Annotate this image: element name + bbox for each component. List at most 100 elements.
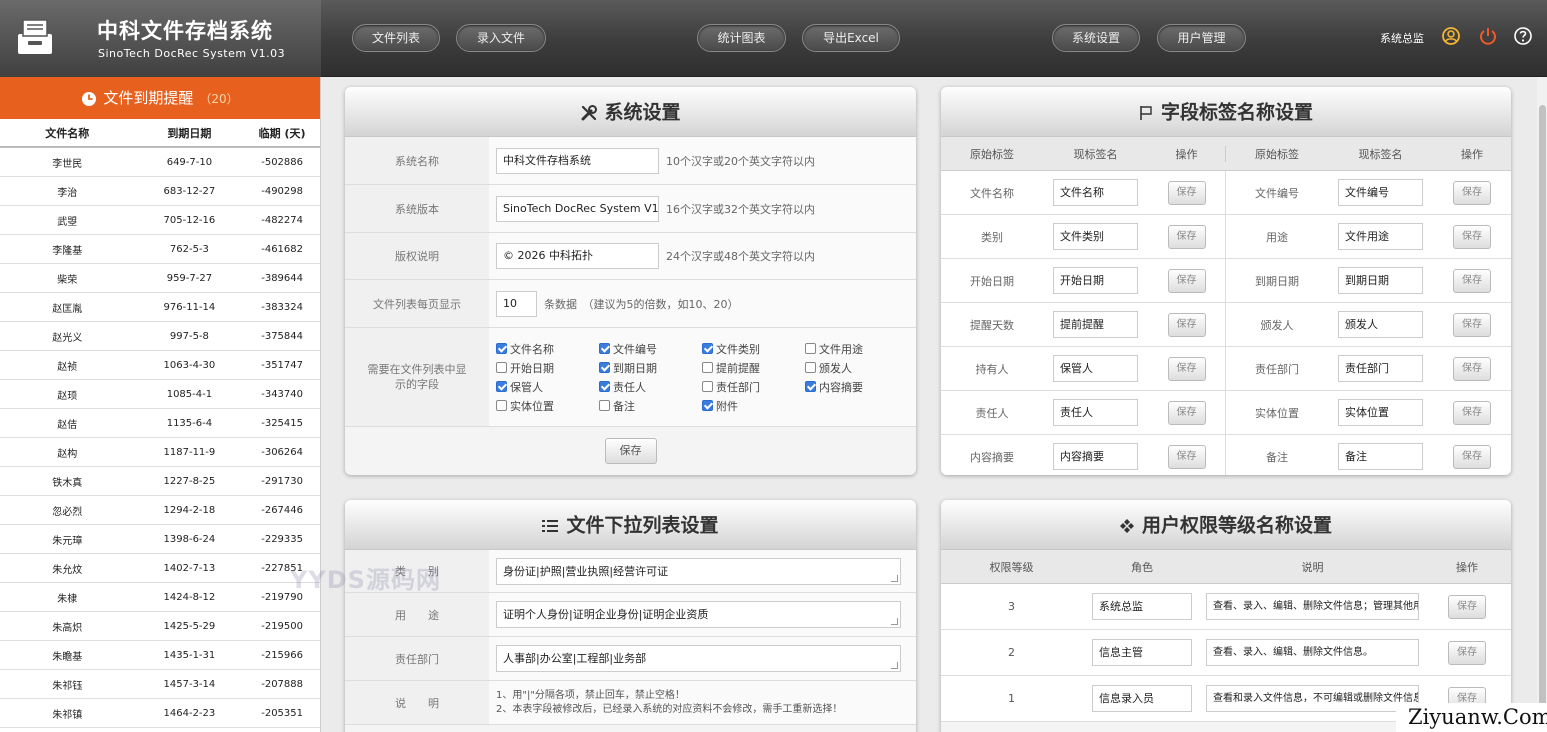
field-label-save-button[interactable]: 保存 <box>1453 268 1491 293</box>
permission-save-button[interactable]: 保存 <box>1448 594 1486 619</box>
field-label-save-button[interactable]: 保存 <box>1453 356 1491 381</box>
display-field-checkbox[interactable]: 责任部门 <box>702 379 805 395</box>
description-input[interactable]: 查看、录入、编辑、删除文件信息。 <box>1206 639 1419 666</box>
checkbox-box[interactable] <box>702 343 713 354</box>
field-label-save-button[interactable]: 保存 <box>1167 444 1206 469</box>
field-label-save-button[interactable]: 保存 <box>1167 356 1206 381</box>
page-size-input[interactable]: 10 <box>496 290 537 317</box>
cur-label-input[interactable]: 实体位置 <box>1338 399 1423 426</box>
expiry-row[interactable]: 朱瞻基 1435-1-31 -215966 <box>0 641 320 670</box>
expiry-row[interactable]: 朱祁钰 1457-3-14 -207888 <box>0 670 320 699</box>
system-settings-save-button[interactable]: 保存 <box>604 438 657 464</box>
copyright-input[interactable]: © 2026 中科拓扑 <box>496 243 659 269</box>
expiry-row[interactable]: 赵构 1187-11-9 -306264 <box>0 438 320 467</box>
expiry-row[interactable]: 李隆基 762-5-3 -461682 <box>0 235 320 264</box>
checkbox-box[interactable] <box>496 400 507 411</box>
cur-label-input[interactable]: 到期日期 <box>1338 267 1423 294</box>
checkbox-box[interactable] <box>496 381 507 392</box>
field-label-save-button[interactable]: 保存 <box>1167 180 1206 205</box>
description-input[interactable]: 查看和录入文件信息，不可编辑或删除文件信息 <box>1206 685 1419 712</box>
expiry-row[interactable]: 赵顼 1085-4-1 -343740 <box>0 380 320 409</box>
expiry-row[interactable]: 朱元璋 1398-6-24 -229335 <box>0 525 320 554</box>
nav-user-manage-button[interactable]: 用户管理 <box>1157 24 1246 52</box>
nav-system-settings-button[interactable]: 系统设置 <box>1052 24 1140 52</box>
checkbox-box[interactable] <box>496 362 507 373</box>
role-input[interactable]: 信息录入员 <box>1092 685 1192 712</box>
display-field-checkbox[interactable]: 文件类别 <box>702 341 805 357</box>
checkbox-box[interactable] <box>599 381 610 392</box>
checkbox-box[interactable] <box>599 343 610 354</box>
checkbox-box[interactable] <box>805 381 816 392</box>
category-options-textarea[interactable]: 身份证|护照|营业执照|经营许可证 <box>496 557 901 585</box>
department-options-textarea[interactable]: 人事部|办公室|工程部|业务部 <box>496 645 901 672</box>
field-label-save-button[interactable]: 保存 <box>1453 312 1491 337</box>
display-field-checkbox[interactable]: 备注 <box>599 398 702 414</box>
role-input[interactable]: 信息主管 <box>1092 639 1192 666</box>
cur-label-input[interactable]: 文件名称 <box>1053 179 1138 206</box>
display-field-checkbox[interactable]: 开始日期 <box>496 360 599 376</box>
nav-stats-button[interactable]: 统计图表 <box>697 24 786 52</box>
cur-label-input[interactable]: 责任部门 <box>1338 355 1423 382</box>
nav-export-excel-button[interactable]: 导出Excel <box>802 24 900 52</box>
expiry-row[interactable]: 赵匡胤 976-11-14 -383324 <box>0 293 320 322</box>
display-field-checkbox[interactable]: 提前提醒 <box>702 360 805 376</box>
user-circle-icon[interactable] <box>1441 26 1461 46</box>
expiry-reminder-header[interactable]: 文件到期提醒 （20） <box>0 77 320 119</box>
cur-label-input[interactable]: 提前提醒 <box>1053 311 1138 338</box>
cur-label-input[interactable]: 颁发人 <box>1338 311 1423 338</box>
display-field-checkbox[interactable]: 文件编号 <box>599 341 702 357</box>
field-label-save-button[interactable]: 保存 <box>1167 224 1206 249</box>
expiry-row[interactable]: 朱允炆 1402-7-13 -227851 <box>0 554 320 583</box>
field-label-save-button[interactable]: 保存 <box>1453 180 1491 205</box>
cur-label-input[interactable]: 文件用途 <box>1338 223 1423 250</box>
cur-label-input[interactable]: 内容摘要 <box>1053 443 1138 470</box>
checkbox-box[interactable] <box>702 400 713 411</box>
checkbox-box[interactable] <box>599 400 610 411</box>
cur-label-input[interactable]: 开始日期 <box>1053 267 1138 294</box>
help-icon[interactable] <box>1513 26 1533 46</box>
checkbox-box[interactable] <box>496 343 507 354</box>
field-label-save-button[interactable]: 保存 <box>1167 268 1206 293</box>
cur-label-input[interactable]: 保管人 <box>1053 355 1138 382</box>
expiry-row[interactable]: 柴荣 959-7-27 -389644 <box>0 264 320 293</box>
page-scrollbar-thumb[interactable] <box>1539 105 1546 705</box>
expiry-row[interactable]: 赵佶 1135-6-4 -325415 <box>0 409 320 438</box>
display-field-checkbox[interactable]: 文件名称 <box>496 341 599 357</box>
expiry-row[interactable]: 李治 683-12-27 -490298 <box>0 177 320 206</box>
expiry-row[interactable]: 铁木真 1227-8-25 -291730 <box>0 467 320 496</box>
display-field-checkbox[interactable]: 内容摘要 <box>805 379 908 395</box>
cur-label-input[interactable]: 备注 <box>1338 443 1423 470</box>
expiry-row[interactable]: 赵光义 997-5-8 -375844 <box>0 322 320 351</box>
field-label-save-button[interactable]: 保存 <box>1167 400 1206 425</box>
power-icon[interactable] <box>1478 26 1498 46</box>
field-label-save-button[interactable]: 保存 <box>1167 312 1206 337</box>
description-input[interactable]: 查看、录入、编辑、删除文件信息；管理其他用户 <box>1206 593 1419 620</box>
expiry-row[interactable]: 朱棣 1424-8-12 -219790 <box>0 583 320 612</box>
display-field-checkbox[interactable]: 实体位置 <box>496 398 599 414</box>
system-name-input[interactable]: 中科文件存档系统 <box>496 147 659 174</box>
system-version-input[interactable]: SinoTech DocRec System V1.0 <box>496 195 659 222</box>
display-field-checkbox[interactable]: 到期日期 <box>599 360 702 376</box>
nav-add-file-button[interactable]: 录入文件 <box>456 24 546 52</box>
expiry-row[interactable]: 朱高炽 1425-5-29 -219500 <box>0 612 320 641</box>
purpose-options-textarea[interactable]: 证明个人身份|证明企业身份|证明企业资质 <box>496 601 901 628</box>
display-field-checkbox[interactable]: 责任人 <box>599 379 702 395</box>
display-field-checkbox[interactable]: 文件用途 <box>805 341 908 357</box>
checkbox-box[interactable] <box>599 362 610 373</box>
cur-label-input[interactable]: 责任人 <box>1053 399 1138 426</box>
nav-file-list-button[interactable]: 文件列表 <box>352 24 440 52</box>
cur-label-input[interactable]: 文件类别 <box>1053 223 1138 250</box>
field-label-save-button[interactable]: 保存 <box>1453 224 1491 249</box>
expiry-row[interactable]: 赵祯 1063-4-30 -351747 <box>0 351 320 380</box>
field-label-save-button[interactable]: 保存 <box>1453 400 1491 425</box>
cur-label-input[interactable]: 文件编号 <box>1338 179 1423 206</box>
display-field-checkbox[interactable]: 附件 <box>702 398 805 414</box>
display-field-checkbox[interactable]: 保管人 <box>496 379 599 395</box>
field-label-save-button[interactable]: 保存 <box>1453 444 1491 469</box>
permission-save-button[interactable]: 保存 <box>1448 640 1486 665</box>
expiry-row[interactable]: 忽必烈 1294-2-18 -267446 <box>0 496 320 525</box>
checkbox-box[interactable] <box>702 381 713 392</box>
checkbox-box[interactable] <box>805 362 816 373</box>
checkbox-box[interactable] <box>702 362 713 373</box>
checkbox-box[interactable] <box>805 343 816 354</box>
